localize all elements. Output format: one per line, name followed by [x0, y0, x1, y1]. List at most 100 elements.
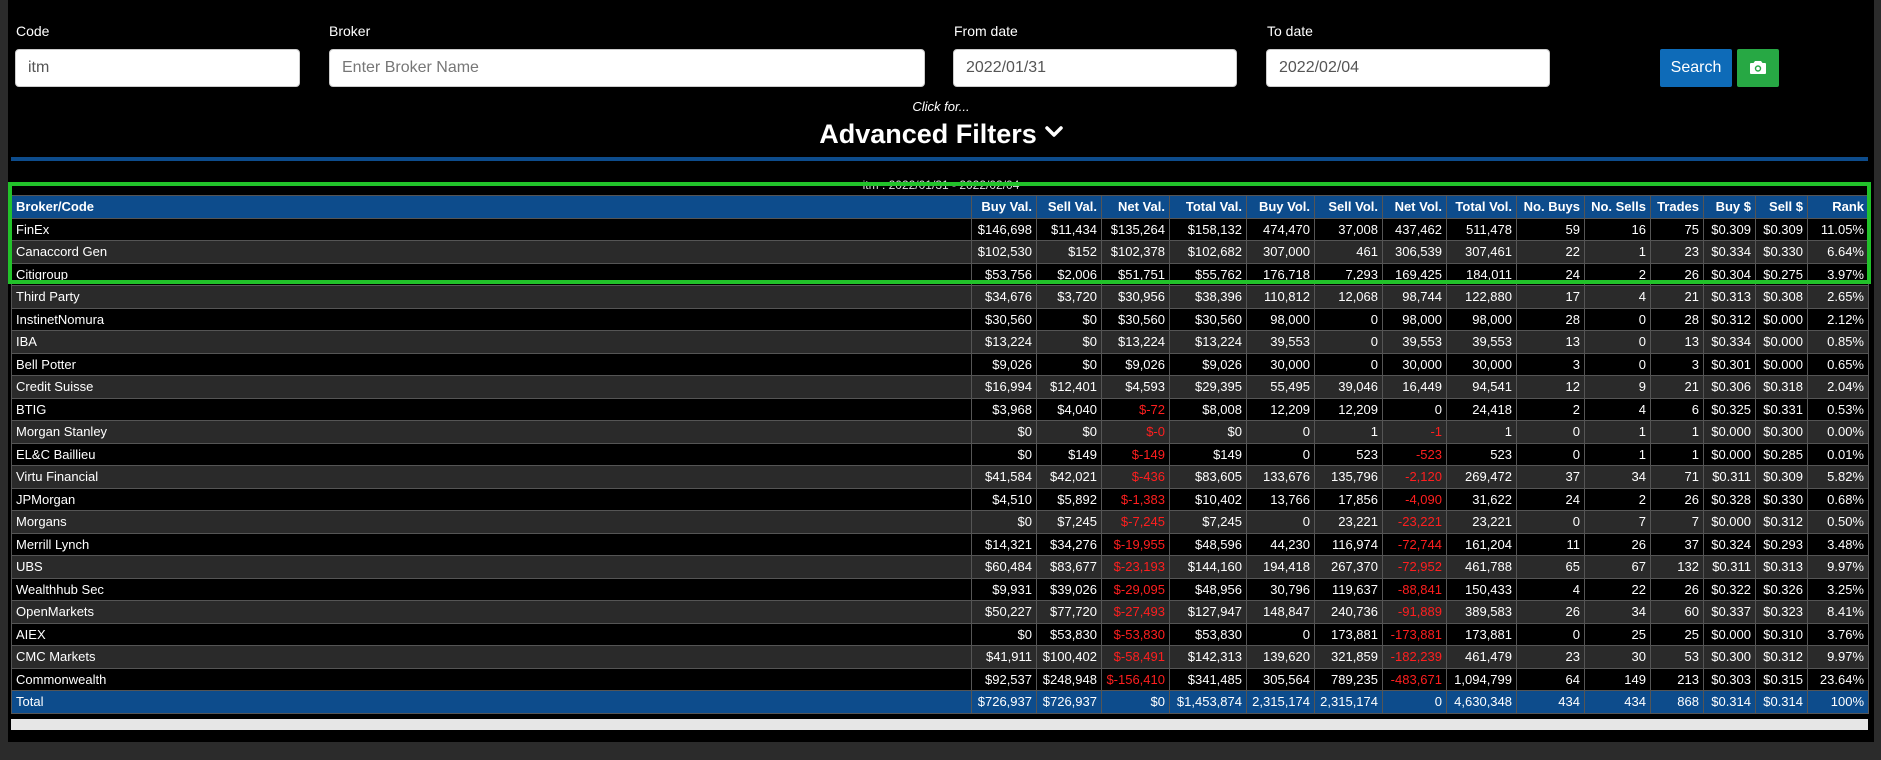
table-cell: 13	[1516, 330, 1585, 354]
table-cell: $0	[1036, 352, 1102, 376]
table-cell: -173,881	[1382, 622, 1447, 646]
table-cell: 64	[1516, 667, 1585, 691]
table-cell: $41,911	[971, 645, 1037, 669]
table-cell: 24	[1516, 487, 1585, 511]
horizontal-scrollbar[interactable]	[11, 719, 1868, 730]
col-header-rank[interactable]: Rank	[1807, 195, 1869, 219]
col-header-no-sells[interactable]: No. Sells	[1584, 195, 1651, 219]
col-header-no-buys[interactable]: No. Buys	[1516, 195, 1585, 219]
col-header-sell-val[interactable]: Sell Val.	[1036, 195, 1102, 219]
table-cell: 12	[1516, 375, 1585, 399]
table-cell: 169,425	[1382, 262, 1447, 286]
table-row[interactable]: BTIG $3,968 $4,040 $-72 $8,008 12,209 12,209 0 2…	[11, 397, 1869, 421]
col-header-buy-price[interactable]: Buy $	[1703, 195, 1756, 219]
table-cell: $3,720	[1036, 285, 1102, 309]
table-cell: 1,094,799	[1446, 667, 1517, 691]
table-row[interactable]: OpenMarkets $50,227 $77,720 $-27,493 $127,94…	[11, 600, 1869, 624]
table-cell: 307,000	[1246, 240, 1315, 264]
col-header-sell-price[interactable]: Sell $	[1755, 195, 1808, 219]
table-row[interactable]: Bell Potter $9,026 $0 $9,026 $9,026 30,000 0 30…	[11, 352, 1869, 376]
table-cell: 3	[1650, 352, 1704, 376]
code-input[interactable]	[15, 49, 300, 87]
table-cell: $0	[1036, 307, 1102, 331]
table-cell: $0.312	[1755, 510, 1808, 534]
col-header-net-vol[interactable]: Net Vol.	[1382, 195, 1447, 219]
table-cell: 9.97%	[1807, 555, 1869, 579]
broker-input[interactable]	[329, 49, 925, 87]
table-cell: 94,541	[1446, 375, 1517, 399]
table-row[interactable]: Credit Suisse $16,994 $12,401 $4,593 $29,395…	[11, 375, 1869, 399]
table-cell: 26	[1650, 487, 1704, 511]
table-cell: $50,227	[971, 600, 1037, 624]
table-cell: $39,026	[1036, 577, 1102, 601]
table-cell: $0.308	[1755, 285, 1808, 309]
table-cell: -182,239	[1382, 645, 1447, 669]
total-cell: $726,937	[971, 690, 1037, 714]
col-header-buy-vol[interactable]: Buy Vol.	[1246, 195, 1315, 219]
col-header-buy-val[interactable]: Buy Val.	[971, 195, 1037, 219]
table-cell: $102,682	[1169, 240, 1247, 264]
table-cell: $9,931	[971, 577, 1037, 601]
advanced-filters-toggle[interactable]: Advanced Filters	[8, 116, 1874, 152]
table-cell: 176,718	[1246, 262, 1315, 286]
total-cell: 434	[1584, 690, 1651, 714]
table-row[interactable]: Third Party $34,676 $3,720 $30,956 $38,396 11…	[11, 285, 1869, 309]
col-header-net-val[interactable]: Net Val.	[1101, 195, 1170, 219]
table-cell: $9,026	[1101, 352, 1170, 376]
table-cell: $83,677	[1036, 555, 1102, 579]
table-row[interactable]: UBS $60,484 $83,677 $-23,193 $144,160 194,418…	[11, 555, 1869, 579]
table-cell: 17,856	[1314, 487, 1383, 511]
table-cell: $0	[971, 622, 1037, 646]
table-cell: 24,418	[1446, 397, 1517, 421]
table-row[interactable]: AIEX $0 $53,830 $-53,830 $53,830 0 173,881 -173…	[11, 622, 1869, 646]
broker-name-cell: BTIG	[11, 397, 972, 421]
table-cell: 511,478	[1446, 217, 1517, 241]
table-cell: 3.97%	[1807, 262, 1869, 286]
from-date-input[interactable]	[953, 49, 1237, 87]
table-cell: $9,026	[971, 352, 1037, 376]
code-label: Code	[16, 23, 50, 39]
table-cell: $-72	[1101, 397, 1170, 421]
table-row[interactable]: IBA $13,224 $0 $13,224 $13,224 39,553 0 39,553 3…	[11, 330, 1869, 354]
to-date-input[interactable]	[1266, 49, 1550, 87]
table-cell: 39,553	[1446, 330, 1517, 354]
total-cell: 100%	[1807, 690, 1869, 714]
table-row[interactable]: FinEx $146,698 $11,434 $135,264 $158,132 474,…	[11, 217, 1869, 241]
table-row[interactable]: Wealthhub Sec $9,931 $39,026 $-29,095 $48,95…	[11, 577, 1869, 601]
table-cell: 28	[1516, 307, 1585, 331]
table-cell: 2	[1584, 262, 1651, 286]
col-header-total-val[interactable]: Total Val.	[1169, 195, 1247, 219]
table-row[interactable]: Virtu Financial $41,584 $42,021 $-436 $83,60…	[11, 465, 1869, 489]
table-row[interactable]: Commonwealth $92,537 $248,948 $-156,410 $341…	[11, 667, 1869, 691]
from-date-label: From date	[954, 23, 1018, 39]
table-cell: 98,000	[1382, 307, 1447, 331]
table-row[interactable]: Canaccord Gen $102,530 $152 $102,378 $102,68…	[11, 240, 1869, 264]
col-header-broker[interactable]: Broker/Code	[11, 195, 972, 219]
table-cell: 21	[1650, 285, 1704, 309]
table-row[interactable]: JPMorgan $4,510 $5,892 $-1,383 $10,402 13,766…	[11, 487, 1869, 511]
table-cell: 1	[1584, 442, 1651, 466]
table-row[interactable]: Citigroup $53,756 $2,006 $51,751 $55,762 176,…	[11, 262, 1869, 286]
table-cell: 437,462	[1382, 217, 1447, 241]
table-cell: 0	[1516, 420, 1585, 444]
col-header-sell-vol[interactable]: Sell Vol.	[1314, 195, 1383, 219]
table-row[interactable]: Merrill Lynch $14,321 $34,276 $-19,955 $48,5…	[11, 532, 1869, 556]
table-row[interactable]: CMC Markets $41,911 $100,402 $-58,491 $142,3…	[11, 645, 1869, 669]
broker-table: Broker/Code Buy Val. Sell Val. Net Val. …	[11, 195, 1869, 714]
table-cell: 31,622	[1446, 487, 1517, 511]
table-cell: -72,952	[1382, 555, 1447, 579]
table-cell: $29,395	[1169, 375, 1247, 399]
col-header-trades[interactable]: Trades	[1650, 195, 1704, 219]
table-row[interactable]: EL&C Baillieu $0 $149 $-149 $149 0 523 -523 523 0…	[11, 442, 1869, 466]
table-row[interactable]: InstinetNomura $30,560 $0 $30,560 $30,560 98,…	[11, 307, 1869, 331]
col-header-total-vol[interactable]: Total Vol.	[1446, 195, 1517, 219]
table-row[interactable]: Morgans $0 $7,245 $-7,245 $7,245 0 23,221 -23,2…	[11, 510, 1869, 534]
table-cell: $41,584	[971, 465, 1037, 489]
table-cell: 22	[1584, 577, 1651, 601]
search-button[interactable]: Search	[1660, 49, 1732, 87]
table-cell: $0	[971, 510, 1037, 534]
camera-button[interactable]	[1737, 49, 1779, 87]
table-cell: $0.318	[1755, 375, 1808, 399]
table-row[interactable]: Morgan Stanley $0 $0 $-0 $0 0 1 -1 1 0 1 1 $0.000 $0.…	[11, 420, 1869, 444]
table-cell: 98,000	[1446, 307, 1517, 331]
